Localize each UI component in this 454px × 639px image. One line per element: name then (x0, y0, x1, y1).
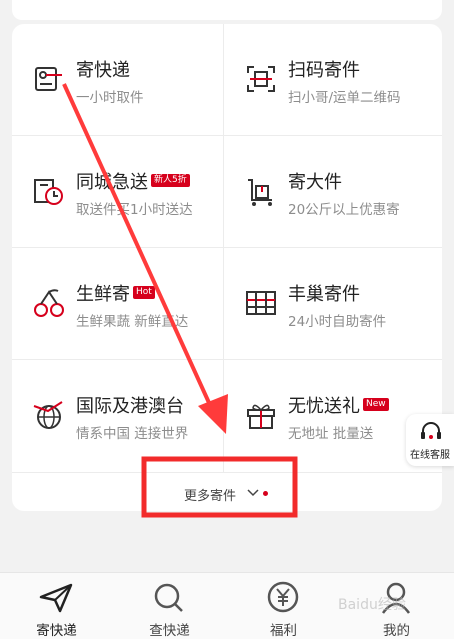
service-title: 国际及港澳台 (76, 396, 184, 417)
tab-benefits[interactable]: 福利 (227, 573, 340, 639)
city-express-icon (34, 179, 63, 205)
service-subtitle: 20公斤以上优惠寄 (288, 202, 400, 218)
service-international[interactable]: 国际及港澳台 情系中国 连接世界 (12, 360, 223, 472)
service-subtitle: 情系中国 连接世界 (76, 426, 189, 442)
more-services-button[interactable]: 更多寄件 (12, 472, 442, 511)
service-gift[interactable]: 无忧送礼 New 无地址 批量送 (224, 360, 435, 472)
service-city-express[interactable]: 同城急送 新人5折 取送件买1小时送达 (12, 136, 223, 248)
headset-icon (421, 422, 441, 439)
tab-label: 寄快递 (36, 623, 77, 639)
service-locker[interactable]: 丰巢寄件 24小时自助寄件 (224, 248, 435, 360)
service-title: 生鲜寄 Hot (76, 280, 155, 306)
tab-label: 我的 (383, 623, 410, 639)
fresh-produce-icon (34, 289, 64, 317)
tab-send-express[interactable]: 寄快递 (0, 573, 113, 639)
scan-code-icon (247, 66, 275, 92)
globe-plane-icon (33, 401, 63, 429)
customer-service-label: 在线客服 (410, 450, 450, 461)
large-parcel-icon (248, 179, 272, 206)
service-title-text: 无忧送礼 (288, 396, 360, 417)
service-subtitle: 生鲜果蔬 新鲜直达 (76, 314, 189, 330)
service-title: 扫码寄件 (288, 60, 360, 81)
service-title: 无忧送礼 New (288, 392, 389, 418)
service-subtitle: 24小时自助寄件 (288, 314, 387, 330)
service-title: 同城急送 新人5折 (76, 168, 190, 194)
service-title: 寄快递 (76, 60, 130, 81)
search-icon (154, 583, 183, 612)
service-large-parcel[interactable]: 寄大件 20公斤以上优惠寄 (224, 136, 435, 248)
service-title: 丰巢寄件 (288, 284, 360, 305)
yen-coin-icon (267, 581, 299, 613)
service-subtitle: 无地址 批量送 (288, 426, 374, 442)
gift-icon (247, 404, 275, 429)
service-grid: 寄快递 一小时取件 扫码寄件 扫小哥/运单二维码 同城急送 新人5折 取送件买1小… (12, 24, 442, 472)
service-subtitle: 取送件买1小时送达 (76, 202, 193, 218)
service-title-text: 同城急送 (76, 172, 148, 193)
service-scan-send[interactable]: 扫码寄件 扫小哥/运单二维码 (224, 24, 435, 136)
service-subtitle: 扫小哥/运单二维码 (288, 90, 401, 106)
tab-label: 福利 (270, 623, 297, 639)
promo-tag: New (363, 398, 389, 411)
notification-dot (263, 491, 268, 496)
service-fresh[interactable]: 生鲜寄 Hot 生鲜果蔬 新鲜直达 (12, 248, 223, 360)
service-send-express[interactable]: 寄快递 一小时取件 (12, 24, 223, 136)
more-services-label: 更多寄件 (184, 489, 237, 504)
service-title-text: 生鲜寄 (76, 284, 130, 305)
watermark: Baidu经验 (338, 597, 406, 613)
service-subtitle: 一小时取件 (76, 90, 144, 106)
parcel-send-icon (35, 67, 62, 91)
tab-label: 查快递 (149, 623, 190, 639)
customer-service-button[interactable]: 在线客服 (406, 414, 454, 466)
locker-icon (246, 291, 276, 315)
promo-tag: Hot (133, 286, 155, 299)
top-card-edge (12, 0, 442, 20)
tab-track-express[interactable]: 查快递 (113, 573, 226, 639)
service-card: 寄快递 一小时取件 扫码寄件 扫小哥/运单二维码 同城急送 新人5折 取送件买1小… (12, 24, 442, 511)
chevron-down-icon (247, 489, 259, 497)
paper-plane-icon (39, 583, 73, 613)
service-title: 寄大件 (288, 172, 342, 193)
promo-tag: 新人5折 (151, 174, 190, 187)
